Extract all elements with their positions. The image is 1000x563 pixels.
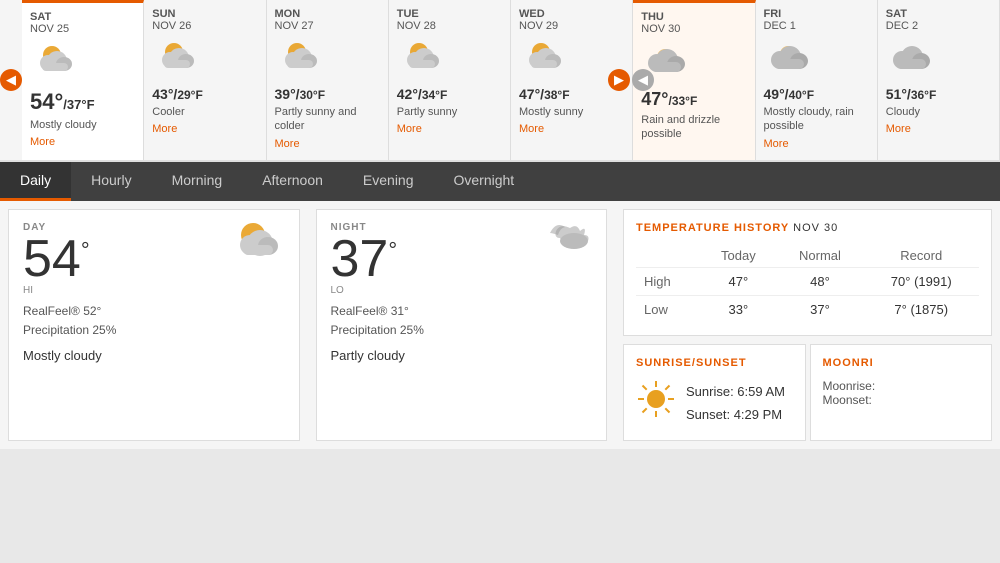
left-panel: DAY 54° HI: [0, 201, 615, 449]
tabs-bar: DailyHourlyMorningAfternoonEveningOverni…: [0, 162, 1000, 201]
more-link[interactable]: More: [519, 123, 624, 135]
weather-icon: [641, 39, 746, 85]
day-desc: Mostly sunny: [519, 105, 624, 119]
forecast-day-0[interactable]: SAT NOV 25 54°/37°F Mostly cloudy More: [22, 0, 144, 160]
more-link[interactable]: More: [764, 138, 869, 150]
more-link[interactable]: More: [397, 123, 502, 135]
day-name: FRI: [764, 8, 869, 20]
sunrise-times: Sunrise: 6:59 AM Sunset: 4:29 PM: [686, 380, 785, 427]
day-name: SUN: [152, 8, 257, 20]
day-desc: Rain and drizzle possible: [641, 113, 746, 142]
night-details: RealFeel® 31° Precipitation 25%: [331, 302, 593, 340]
day-desc: Mostly cloudy, rain possible: [764, 105, 869, 134]
day-card: DAY 54° HI: [8, 209, 300, 441]
forecast-day-1[interactable]: SUN NOV 26 43°/29°F Cooler More: [144, 0, 266, 160]
weather-icon: [30, 39, 135, 85]
day-desc: Partly sunny: [397, 105, 502, 119]
table-row: High 47° 48° 70° (1991): [636, 267, 979, 295]
day-details: RealFeel® 52° Precipitation 25%: [23, 302, 285, 340]
sunrise-block: SUNRISE/SUNSET: [623, 344, 806, 441]
weather-icon: [397, 36, 502, 82]
night-condition: Partly cloudy: [331, 348, 593, 363]
night-card: NIGHT 37° LO RealFe: [316, 209, 608, 441]
more-link[interactable]: More: [152, 123, 257, 135]
row-label: Low: [636, 295, 700, 323]
row-normal: 37°: [776, 295, 863, 323]
table-row: Low 33° 37° 7° (1875): [636, 295, 979, 323]
row-today: 33°: [700, 295, 776, 323]
day-date: DEC 1: [764, 20, 869, 32]
day-condition: Mostly cloudy: [23, 348, 285, 363]
temp-history-table: Today Normal Record High 47° 48° 70° (19…: [636, 244, 979, 323]
weather-icon: [275, 36, 380, 82]
next-arrow-pair[interactable]: ▶ ◀: [608, 69, 654, 91]
main-content: DAY 54° HI: [0, 201, 1000, 449]
day-date: NOV 29: [519, 20, 624, 32]
row-label: High: [636, 267, 700, 295]
day-temp: 54°: [23, 230, 90, 288]
more-link[interactable]: More: [275, 138, 380, 150]
sun-icon: [636, 379, 676, 428]
right-panel: TEMPERATURE HISTORY NOV 30 Today Normal …: [615, 201, 1000, 449]
forecast-day-3[interactable]: TUE NOV 28 42°/34°F Partly sunny More: [389, 0, 511, 160]
tab-morning[interactable]: Morning: [152, 162, 243, 201]
sunrise-moonrise-row: SUNRISE/SUNSET: [623, 344, 992, 441]
moonrise-block: MOONRI Moonrise: Moonset:: [810, 344, 993, 441]
day-desc: Mostly cloudy: [30, 118, 135, 132]
day-name: TUE: [397, 8, 502, 20]
night-weather-icon: [532, 213, 592, 281]
day-desc: Partly sunny and colder: [275, 105, 380, 134]
more-link[interactable]: More: [886, 123, 991, 135]
temp-history-section: TEMPERATURE HISTORY NOV 30 Today Normal …: [623, 209, 992, 336]
forecast-day-6[interactable]: FRI DEC 1 49°/40°F Mostly cloudy, rain p…: [756, 0, 878, 160]
weather-icon: [764, 36, 869, 82]
day-date: NOV 30: [641, 23, 746, 35]
day-desc: Cloudy: [886, 105, 991, 119]
sunrise-content: Sunrise: 6:59 AM Sunset: 4:29 PM: [636, 379, 793, 428]
day-weather-icon: [225, 213, 285, 276]
tab-hourly[interactable]: Hourly: [71, 162, 151, 201]
next-arrow-right[interactable]: ▶: [608, 69, 630, 91]
tab-overnight[interactable]: Overnight: [434, 162, 535, 201]
sunrise-title: SUNRISE/SUNSET: [636, 357, 793, 369]
day-name: MON: [275, 8, 380, 20]
row-record: 70° (1991): [863, 267, 979, 295]
moonrise-title: MOONRI: [823, 357, 980, 369]
day-date: DEC 2: [886, 20, 991, 32]
day-date: NOV 25: [30, 23, 135, 35]
day-name: SAT: [886, 8, 991, 20]
night-temp: 37°: [331, 230, 398, 288]
day-date: NOV 26: [152, 20, 257, 32]
forecast-bar: ◀ SAT NOV 25 54°/37°F Mostly cloudy More…: [0, 0, 1000, 162]
day-name: THU: [641, 11, 746, 23]
th-normal: Normal: [776, 244, 863, 268]
row-normal: 48°: [776, 267, 863, 295]
th-record: Record: [863, 244, 979, 268]
day-date: NOV 28: [397, 20, 502, 32]
forecast-day-7[interactable]: SAT DEC 2 51°/36°F Cloudy More: [878, 0, 1000, 160]
tab-evening[interactable]: Evening: [343, 162, 434, 201]
th-empty: [636, 244, 700, 268]
more-link[interactable]: More: [30, 136, 135, 148]
prev-arrow[interactable]: ◀: [0, 69, 22, 91]
day-name: WED: [519, 8, 624, 20]
temp-history-title: TEMPERATURE HISTORY NOV 30: [636, 222, 979, 234]
day-date: NOV 27: [275, 20, 380, 32]
tab-afternoon[interactable]: Afternoon: [242, 162, 343, 201]
forecast-day-2[interactable]: MON NOV 27 39°/30°F Partly sunny and col…: [267, 0, 389, 160]
tab-daily[interactable]: Daily: [0, 162, 71, 201]
next-arrow-left2[interactable]: ◀: [632, 69, 654, 91]
row-today: 47°: [700, 267, 776, 295]
day-desc: Cooler: [152, 105, 257, 119]
moonrise-content: Moonrise: Moonset:: [823, 379, 980, 407]
weather-icon: [152, 36, 257, 82]
day-name: SAT: [30, 11, 135, 23]
weather-icon: [886, 36, 991, 82]
th-today: Today: [700, 244, 776, 268]
row-record: 7° (1875): [863, 295, 979, 323]
